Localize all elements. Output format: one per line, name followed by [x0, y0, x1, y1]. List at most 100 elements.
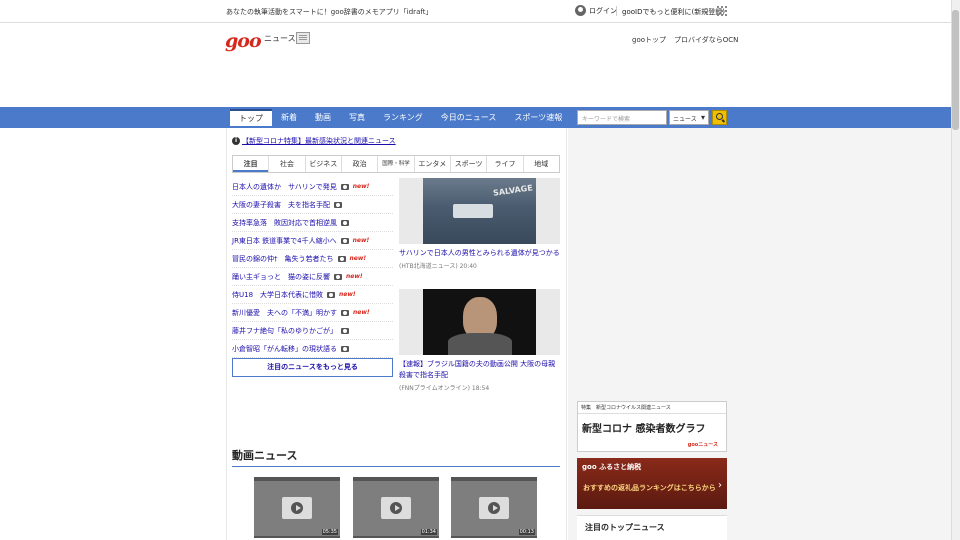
- search-scope-select[interactable]: ニュース: [669, 110, 709, 125]
- headline-list: 日本人の遺体か サハリンで発見 new! 大阪の妻子殺害 夫を指名手配 支持率急落 敗…: [232, 178, 393, 358]
- furusato-banner[interactable]: goo ふるさと納税 おすすめの返礼品ランキングはこちらから ›: [577, 458, 727, 509]
- headline-item[interactable]: 大阪の妻子殺害 夫を指名手配: [232, 196, 393, 214]
- nav-tab[interactable]: 新着: [272, 109, 306, 126]
- headline-item[interactable]: 藤井フナ絶句「私のゆりかごが」: [232, 322, 393, 340]
- nav-tab[interactable]: 動画: [306, 109, 340, 126]
- video-duration: 05:35: [321, 529, 338, 535]
- video-thumbnail[interactable]: 00:13: [451, 477, 537, 538]
- camera-icon: [341, 327, 349, 334]
- furusato-banner-top: goo ふるさと納税: [582, 463, 642, 471]
- category-tab[interactable]: 注目: [233, 156, 269, 172]
- category-tabs: 注目 社会 ビジネス 政治 国際・科学 エンタメ スポーツ ライフ 地域: [232, 155, 560, 173]
- video-duration: 01:34: [420, 529, 437, 535]
- login-label: ログイン: [589, 6, 617, 15]
- camera-icon: [341, 219, 349, 226]
- category-tab[interactable]: 国際・科学: [377, 156, 413, 172]
- category-tab[interactable]: 政治: [340, 156, 377, 172]
- camera-icon: [334, 273, 342, 280]
- register-link[interactable]: gooIDでもっと便利に(新規登録): [622, 7, 725, 17]
- new-badge: new!: [346, 273, 363, 280]
- login-button[interactable]: ログイン: [575, 5, 617, 16]
- headline-item[interactable]: 小倉智昭「がん転移」の現状語る: [232, 340, 393, 358]
- new-badge: new!: [339, 291, 356, 298]
- search-button[interactable]: [712, 110, 727, 125]
- camera-icon: [337, 255, 346, 262]
- new-badge: new!: [349, 255, 367, 262]
- nav-tab[interactable]: トップ: [230, 109, 272, 126]
- feature-source: (HTB北海道ニュース) 20:40: [399, 263, 477, 270]
- corona-feature-link[interactable]: i 【新型コロナ特集】最新感染状況と関連ニュース: [232, 136, 396, 146]
- nav-tab[interactable]: ランキング: [374, 109, 432, 126]
- search-input[interactable]: キーワードで検索: [577, 110, 667, 125]
- headline-text[interactable]: 侍U18 大学日本代表に惜敗: [232, 290, 323, 300]
- feature-title[interactable]: 【速報】ブラジル国籍の夫の動画公開 大阪の母親殺害で指名手配: [399, 359, 560, 381]
- headline-text[interactable]: 藤井フナ絶句「私のゆりかごが」: [232, 326, 337, 336]
- covid-graph-banner[interactable]: 特集 新型コロナウイルス関連ニュース 新型コロナ 感染者数グラフ gooニュース: [577, 401, 727, 452]
- new-badge: new!: [352, 237, 370, 244]
- film-play-icon: [479, 497, 509, 519]
- category-tab[interactable]: 社会: [268, 156, 304, 172]
- camera-icon: [341, 345, 349, 352]
- headline-text[interactable]: 日本人の遺体か サハリンで発見: [232, 182, 337, 192]
- video-news-heading: 動画ニュース: [232, 447, 560, 467]
- headline-item[interactable]: 支持率急落 敗因対応で首相逆風: [232, 214, 393, 232]
- feature-image[interactable]: [399, 289, 560, 355]
- feature-title[interactable]: サハリンで日本人の男性とみられる遺体が見つかる: [399, 248, 560, 259]
- covid-banner-brand: gooニュース: [687, 442, 718, 448]
- camera-icon: [334, 201, 342, 208]
- goo-top-link[interactable]: gooトップ: [632, 35, 666, 45]
- headline-text[interactable]: 小倉智昭「がん転移」の現状語る: [232, 344, 337, 354]
- scroll-thumb[interactable]: [952, 10, 959, 130]
- covid-banner-title: 新型コロナ 感染者数グラフ: [582, 424, 706, 435]
- top-news-heading: 注目のトップニュース: [577, 515, 727, 540]
- feature-image[interactable]: [399, 178, 560, 244]
- headline-text[interactable]: 支持率急落 敗因対応で首相逆風: [232, 218, 337, 228]
- feature-source: (FNNプライムオンライン) 18:54: [399, 385, 490, 392]
- category-tab[interactable]: エンタメ: [413, 156, 450, 172]
- headline-text[interactable]: 大阪の妻子殺害 夫を指名手配: [232, 200, 330, 210]
- feature-card[interactable]: サハリンで日本人の男性とみられる遺体が見つかる (HTB北海道ニュース) 20:…: [399, 178, 560, 270]
- page-scrollbar[interactable]: [951, 0, 960, 540]
- new-badge: new!: [353, 309, 370, 316]
- apps-grid-icon[interactable]: [717, 6, 727, 16]
- new-badge: new!: [352, 183, 370, 190]
- film-play-icon: [282, 497, 312, 519]
- camera-icon: [327, 291, 336, 298]
- nav-tab[interactable]: 今日のニュース: [432, 109, 506, 126]
- headline-item[interactable]: 冒民の錦の仲† 亀失う若者たち new!: [232, 250, 393, 268]
- camera-icon: [341, 309, 349, 316]
- headline-text[interactable]: 踊い主ギョっと 猫の姿に反響: [232, 272, 330, 282]
- headline-item[interactable]: JR東日本 鉄道事業で4千人縮小へ new!: [232, 232, 393, 250]
- user-icon: [575, 5, 586, 16]
- logo-subtitle[interactable]: ニュース: [264, 33, 296, 44]
- video-thumbnail[interactable]: 05:35: [254, 477, 340, 538]
- headline-text[interactable]: 冒民の錦の仲† 亀失う若者たち: [232, 254, 334, 264]
- divider: [616, 6, 617, 16]
- camera-icon: [340, 237, 349, 244]
- more-news-button[interactable]: 注目のニュースをもっと見る: [232, 358, 393, 377]
- video-duration: 00:13: [518, 529, 535, 535]
- headline-text[interactable]: JR東日本 鉄道事業で4千人縮小へ: [232, 236, 337, 246]
- headline-text[interactable]: 新川優愛 夫への「不満」明かす: [232, 308, 337, 318]
- category-tab[interactable]: ライフ: [486, 156, 522, 172]
- corona-feature-label: 【新型コロナ特集】最新感染状況と関連ニュース: [242, 137, 396, 145]
- headline-item[interactable]: 侍U18 大学日本代表に惜敗 new!: [232, 286, 393, 304]
- category-tab[interactable]: 地域: [522, 156, 559, 172]
- info-icon: i: [232, 137, 240, 145]
- goo-logo[interactable]: goo: [225, 30, 262, 52]
- covid-banner-top: 特集 新型コロナウイルス関連ニュース: [578, 402, 726, 414]
- headline-item[interactable]: 日本人の遺体か サハリンで発見 new!: [232, 178, 393, 196]
- top-bar: あなたの執筆活動をスマートに！goo辞書のメモアプリ「idraft」 ログイン …: [0, 0, 960, 23]
- promo-link[interactable]: あなたの執筆活動をスマートに！goo辞書のメモアプリ「idraft」: [226, 7, 432, 17]
- headline-item[interactable]: 新川優愛 夫への「不満」明かす new!: [232, 304, 393, 322]
- nav-tab[interactable]: スポーツ速報: [505, 109, 571, 126]
- category-tab[interactable]: スポーツ: [449, 156, 486, 172]
- provider-link[interactable]: プロバイダならOCN: [674, 35, 738, 45]
- video-thumbnail[interactable]: 01:34: [353, 477, 439, 538]
- main-nav: トップ 新着 動画 写真 ランキング 今日のニュース スポーツ速報: [0, 107, 951, 128]
- nav-tab[interactable]: 写真: [340, 109, 374, 126]
- category-tab[interactable]: ビジネス: [304, 156, 341, 172]
- headline-item[interactable]: 踊い主ギョっと 猫の姿に反響 new!: [232, 268, 393, 286]
- feature-card[interactable]: 【速報】ブラジル国籍の夫の動画公開 大阪の母親殺害で指名手配 (FNNプライムオ…: [399, 289, 560, 392]
- camera-icon: [340, 183, 349, 190]
